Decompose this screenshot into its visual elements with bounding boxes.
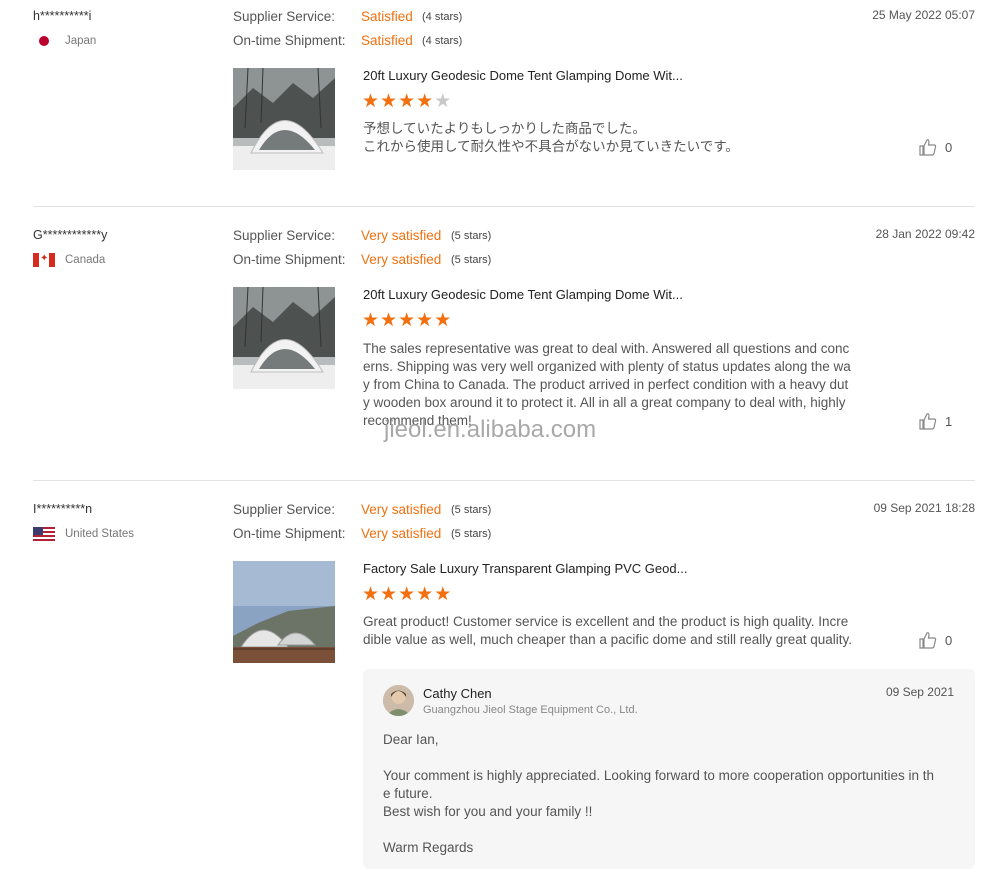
product-rating-stars: ★★★★★ xyxy=(362,311,452,331)
japan-flag-icon xyxy=(33,34,55,48)
star-icon: ★ xyxy=(434,310,453,331)
review-comment: The sales representative was great to de… xyxy=(363,340,863,430)
comment-line: y from China to Canada. The product arri… xyxy=(363,377,849,392)
shipment-label: On-time Shipment: xyxy=(233,526,346,541)
like-button[interactable]: 1 xyxy=(919,412,952,430)
star-icon: ★ xyxy=(362,91,381,112)
supplier-service-stars: (4 stars) xyxy=(422,11,463,23)
shipment-label: On-time Shipment: xyxy=(233,252,346,267)
reply-body-line: Best wish for you and your family !! xyxy=(383,804,593,819)
star-icon: ★ xyxy=(362,310,381,331)
thumbs-up-icon xyxy=(919,413,937,430)
star-icon: ★ xyxy=(380,91,399,112)
product-rating-stars: ★★★★★ xyxy=(362,92,452,112)
product-thumbnail[interactable] xyxy=(233,561,335,663)
supplier-service-label: Supplier Service: xyxy=(233,9,336,24)
supplier-reply: Cathy Chen Guangzhou Jieol Stage Equipme… xyxy=(363,669,975,869)
shipment-stars: (5 stars) xyxy=(451,254,492,266)
review-divider xyxy=(33,206,975,207)
product-title[interactable]: 20ft Luxury Geodesic Dome Tent Glamping … xyxy=(363,68,683,83)
star-icon: ★ xyxy=(362,584,381,605)
reply-message: Dear Ian, Your comment is highly appreci… xyxy=(383,731,953,857)
review-comment: Great product! Customer service is excel… xyxy=(363,613,863,649)
product-thumbnail[interactable] xyxy=(233,287,335,389)
like-count: 1 xyxy=(945,413,953,429)
star-icon: ★ xyxy=(416,91,435,112)
like-button[interactable]: 0 xyxy=(919,631,952,649)
reviewer-name: h**********i xyxy=(33,9,92,23)
comment-line: The sales representative was great to de… xyxy=(363,341,850,356)
like-count: 0 xyxy=(945,139,953,155)
review-date: 28 Jan 2022 09:42 xyxy=(875,227,975,241)
reply-date: 09 Sep 2021 xyxy=(885,685,954,699)
reviewer-country: Japan xyxy=(33,34,96,48)
shipment-stars: (5 stars) xyxy=(451,528,492,540)
star-icon: ★ xyxy=(416,310,435,331)
supplier-service-stars: (5 stars) xyxy=(451,504,492,516)
country-label: Japan xyxy=(65,35,97,47)
shipment-stars: (4 stars) xyxy=(422,35,463,47)
product-thumbnail[interactable] xyxy=(233,68,335,170)
comment-line: y wooden box around it to protect it. Al… xyxy=(363,395,846,410)
reply-author-name: Cathy Chen xyxy=(423,686,492,701)
shipment-label: On-time Shipment: xyxy=(233,33,346,48)
product-rating-stars: ★★★★★ xyxy=(362,585,452,605)
supplier-service-label: Supplier Service: xyxy=(233,502,336,517)
comment-line: dible value as well, much cheaper than a… xyxy=(363,632,853,647)
supplier-service-stars: (5 stars) xyxy=(451,230,492,242)
star-icon: ★ xyxy=(380,584,399,605)
review-date: 25 May 2022 05:07 xyxy=(872,8,975,22)
comment-line: 予想していたよりもしっかりした商品でした。 xyxy=(363,121,646,136)
star-empty-icon: ★ xyxy=(434,91,453,112)
supplier-service-rating: Very satisfied xyxy=(361,502,442,517)
review-date: 09 Sep 2021 18:28 xyxy=(873,501,975,515)
star-icon: ★ xyxy=(398,91,417,112)
supplier-service-label: Supplier Service: xyxy=(233,228,336,243)
review-divider xyxy=(33,480,975,481)
canada-flag-icon xyxy=(33,252,55,267)
reviewer-name: I**********n xyxy=(33,502,93,516)
star-icon: ★ xyxy=(416,584,435,605)
avatar xyxy=(383,685,414,716)
star-icon: ★ xyxy=(398,310,417,331)
product-title[interactable]: Factory Sale Luxury Transparent Glamping… xyxy=(363,561,687,576)
review-comment: 予想していたよりもしっかりした商品でした。 これから使用して耐久性や不具合がない… xyxy=(363,120,863,156)
star-icon: ★ xyxy=(380,310,399,331)
shipment-rating: Satisfied xyxy=(361,33,413,48)
united-states-flag-icon xyxy=(33,527,55,541)
thumbs-up-icon xyxy=(919,139,937,156)
thumbs-up-icon xyxy=(919,632,937,649)
comment-line: Great product! Customer service is excel… xyxy=(363,614,849,629)
country-label: Canada xyxy=(65,254,106,266)
reviewer-country: Canada xyxy=(33,252,106,267)
comment-line: これから使用して耐久性や不具合がないか見ていきたいです。 xyxy=(363,139,739,154)
star-icon: ★ xyxy=(398,584,417,605)
reply-signoff: Warm Regards xyxy=(383,840,474,855)
shipment-rating: Very satisfied xyxy=(361,252,442,267)
reply-greeting: Dear Ian, xyxy=(383,732,439,747)
reviewer-name: G************y xyxy=(33,228,108,242)
product-title[interactable]: 20ft Luxury Geodesic Dome Tent Glamping … xyxy=(363,287,683,302)
like-button[interactable]: 0 xyxy=(919,138,952,156)
reply-body-line: Your comment is highly appreciated. Look… xyxy=(383,768,935,783)
comment-line: recommend them! xyxy=(363,413,472,428)
shipment-rating: Very satisfied xyxy=(361,526,442,541)
reply-body-line: e future. xyxy=(383,786,433,801)
star-icon: ★ xyxy=(434,584,453,605)
like-count: 0 xyxy=(945,632,953,648)
reviewer-country: United States xyxy=(33,527,134,541)
reply-company: Guangzhou Jieol Stage Equipment Co., Ltd… xyxy=(423,704,638,716)
comment-line: erns. Shipping was very well organized w… xyxy=(363,359,851,374)
supplier-service-rating: Very satisfied xyxy=(361,228,442,243)
country-label: United States xyxy=(65,528,135,540)
supplier-service-rating: Satisfied xyxy=(361,9,413,24)
